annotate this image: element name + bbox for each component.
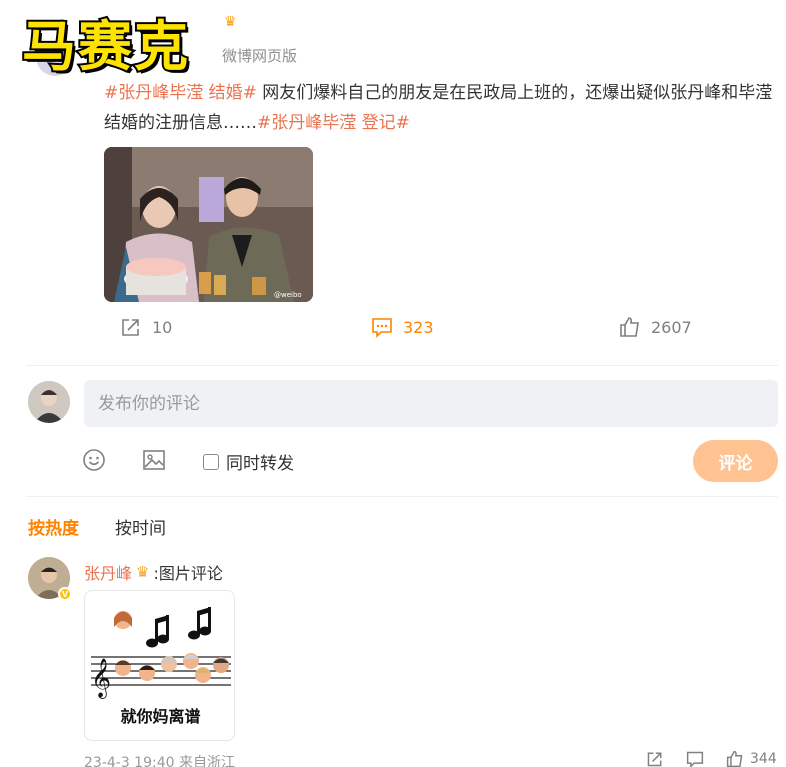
forward-toggle[interactable]: 同时转发 (203, 449, 294, 474)
submit-comment-button[interactable]: 评论 (693, 440, 778, 482)
comment-input[interactable] (84, 380, 778, 427)
svg-text:𝄞: 𝄞 (91, 658, 111, 699)
repost-icon (122, 319, 139, 336)
image-icon (143, 450, 165, 470)
crown-icon: ♛ (224, 14, 237, 30)
comment-text: :图片评论 (153, 564, 223, 583)
tab-hot[interactable]: 按热度 (28, 514, 79, 539)
post-photo[interactable]: @weibo (104, 147, 313, 302)
divider (26, 365, 778, 366)
image-upload-button[interactable] (142, 448, 166, 476)
crown-icon: ♛ (136, 563, 150, 581)
sort-tabs: 按热度 按时间 (28, 514, 166, 539)
user-avatar[interactable] (28, 381, 70, 423)
like-button[interactable]: 2607 (619, 316, 692, 338)
forward-label: 同时转发 (226, 454, 294, 474)
comment-actions: 344 (0, 750, 786, 767)
repost-count: 10 (152, 317, 173, 337)
comment-reply-button[interactable] (686, 750, 704, 767)
commenter-avatar[interactable]: V (28, 557, 72, 601)
comment-like-count: 344 (750, 751, 777, 767)
verified-icon: V (58, 587, 72, 601)
forward-checkbox[interactable] (203, 453, 219, 470)
meme-caption: 就你妈离谱 (120, 707, 201, 726)
post-actions: 10 323 2607 (0, 316, 786, 342)
comment-repost-button[interactable] (646, 750, 664, 767)
post-text: #张丹峰毕滢 结婚# 网友们爆料自己的朋友是在民政局上班的，还爆出疑似张丹峰和毕… (104, 78, 776, 138)
repost-icon (647, 752, 662, 767)
repost-button[interactable]: 10 (120, 316, 172, 338)
comment-button[interactable]: 323 (371, 316, 434, 338)
comment-count: 323 (403, 317, 434, 337)
like-icon (620, 317, 639, 337)
topic-link[interactable]: #张丹峰毕滢 登记# (257, 113, 410, 133)
divider (26, 496, 778, 497)
comment-like-button[interactable]: 344 (726, 750, 777, 767)
post-source: 微博网页版 (222, 47, 298, 65)
comment-icon (686, 751, 704, 767)
like-icon (726, 750, 743, 767)
comment-header: 张丹峰 ♛ :图片评论 (84, 560, 223, 584)
emoji-button[interactable] (82, 448, 106, 476)
emoji-icon (83, 449, 105, 471)
tab-time[interactable]: 按时间 (115, 514, 166, 539)
watermark-overlay: 马赛克 (20, 13, 190, 80)
svg-text:@weibo: @weibo (274, 291, 302, 299)
topic-link[interactable]: #张丹峰毕滢 结婚# (104, 83, 257, 103)
like-count: 2607 (651, 317, 692, 337)
comment-image[interactable]: 𝄞 就你妈离谱 (84, 590, 235, 741)
comment-icon (372, 318, 392, 338)
music-meme-graphic: 𝄞 (91, 607, 231, 699)
comment-username[interactable]: 张丹峰 (84, 560, 132, 584)
